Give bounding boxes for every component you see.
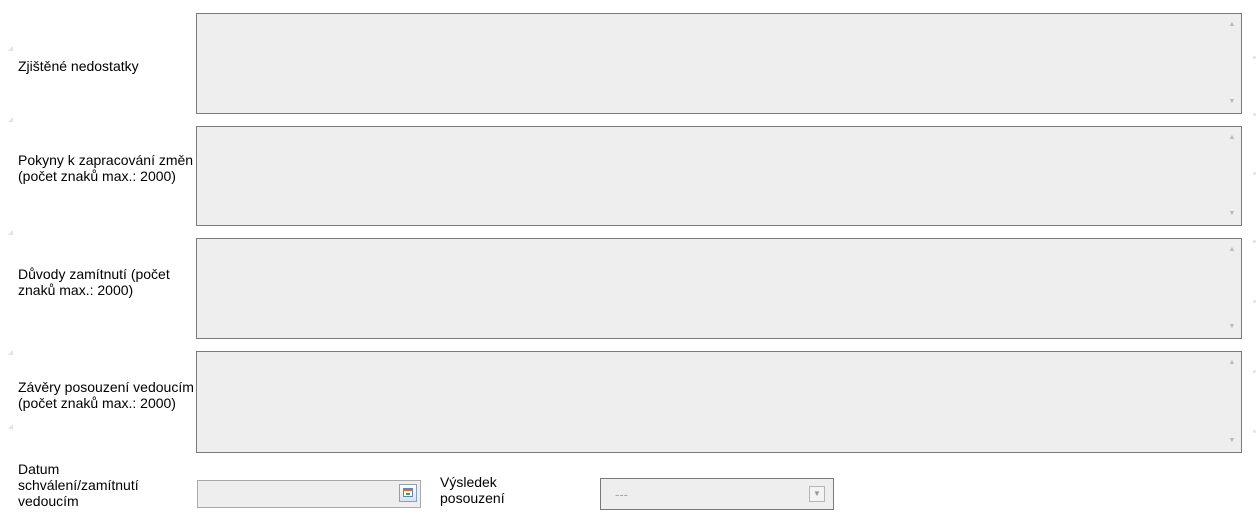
resize-corner-mark bbox=[8, 350, 13, 355]
pokyny-textarea[interactable]: ▲ ▼ bbox=[196, 126, 1242, 226]
resize-corner-mark bbox=[8, 117, 13, 122]
scroll-up-icon[interactable]: ▲ bbox=[1225, 133, 1239, 143]
vysledek-label: Výsledek posouzení bbox=[440, 474, 505, 506]
nedostatky-label: Zjištěné nedostatky bbox=[18, 58, 139, 74]
zavery-scrollbar[interactable]: ▲ ▼ bbox=[1225, 354, 1239, 450]
scroll-up-icon[interactable]: ▲ bbox=[1225, 358, 1239, 368]
vysledek-selected-value: --- bbox=[615, 487, 628, 502]
duvody-scrollbar[interactable]: ▲ ▼ bbox=[1225, 241, 1239, 336]
nedostatky-textarea[interactable]: ▲ ▼ bbox=[196, 13, 1242, 114]
chevron-down-icon[interactable]: ▼ bbox=[809, 486, 825, 502]
scroll-down-icon[interactable]: ▼ bbox=[1225, 436, 1239, 446]
resize-corner-mark bbox=[8, 424, 13, 429]
scroll-down-icon[interactable]: ▼ bbox=[1225, 209, 1239, 219]
scroll-up-icon[interactable]: ▲ bbox=[1225, 20, 1239, 30]
scroll-down-icon[interactable]: ▼ bbox=[1225, 322, 1239, 332]
duvody-textarea[interactable]: ▲ ▼ bbox=[196, 238, 1242, 339]
scroll-down-icon[interactable]: ▼ bbox=[1225, 97, 1239, 107]
pokyny-scrollbar[interactable]: ▲ ▼ bbox=[1225, 129, 1239, 223]
calendar-icon[interactable] bbox=[399, 484, 417, 502]
scroll-up-icon[interactable]: ▲ bbox=[1225, 245, 1239, 255]
zavery-textarea[interactable]: ▲ ▼ bbox=[196, 351, 1242, 453]
pokyny-label: Pokyny k zapracování změn (počet znaků m… bbox=[18, 152, 194, 184]
resize-corner-mark bbox=[8, 46, 13, 51]
datum-input[interactable] bbox=[197, 480, 421, 508]
zavery-label: Závěry posouzení vedoucím (počet znaků m… bbox=[18, 379, 194, 411]
duvody-label: Důvody zamítnutí (počet znaků max.: 2000… bbox=[18, 266, 170, 298]
datum-label: Datum schválení/zamítnutí vedoucím bbox=[18, 461, 139, 509]
vysledek-select[interactable]: --- ▼ bbox=[600, 478, 834, 510]
nedostatky-scrollbar[interactable]: ▲ ▼ bbox=[1225, 16, 1239, 111]
resize-corner-mark bbox=[8, 230, 13, 235]
